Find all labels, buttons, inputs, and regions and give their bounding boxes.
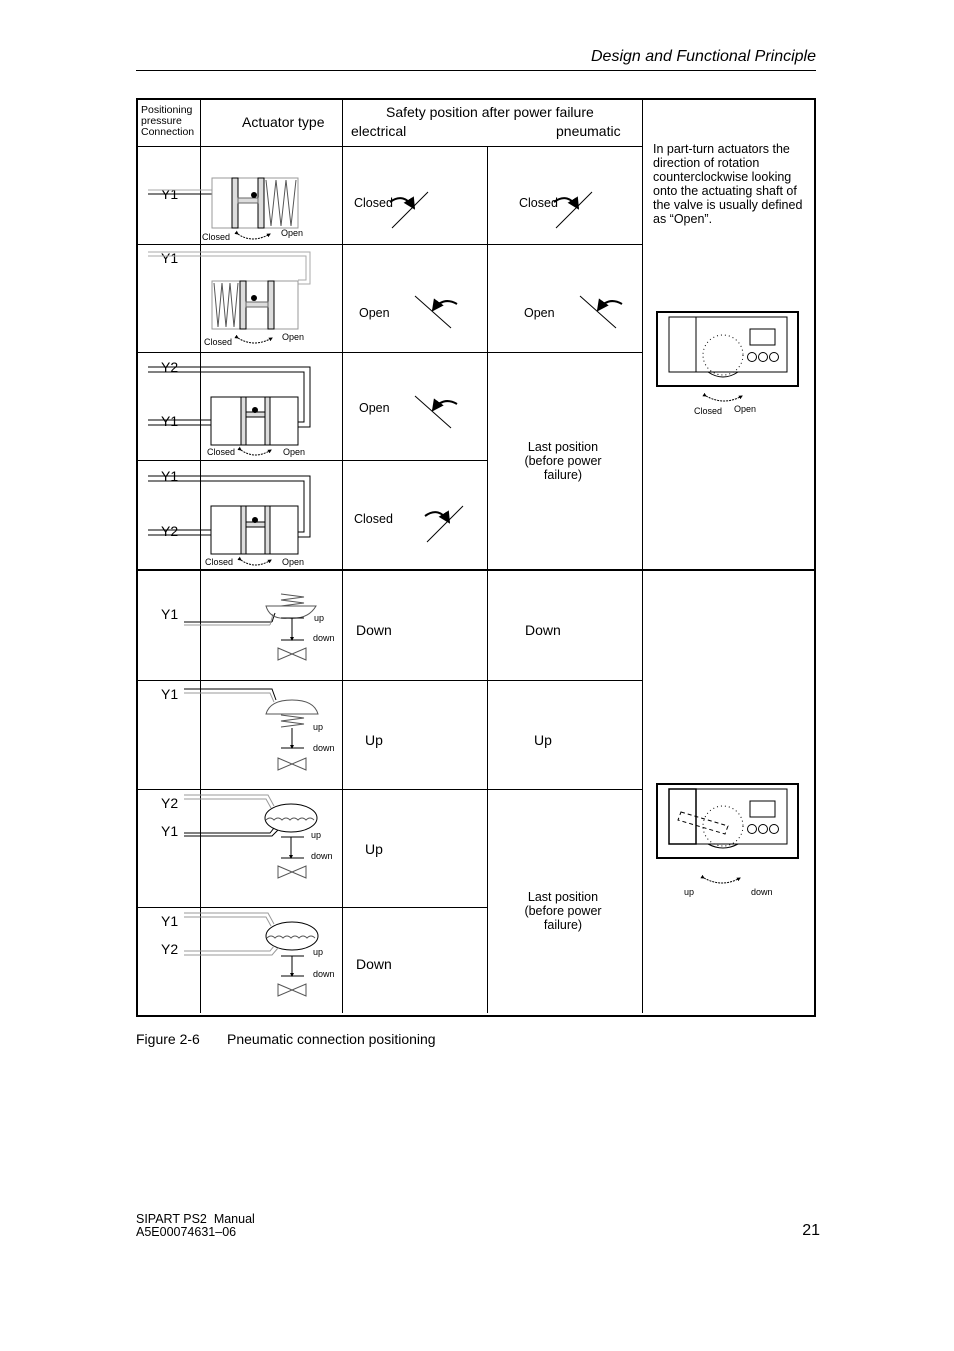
figure-label: Figure 2-6 — [136, 1031, 200, 1047]
valve-open-icon — [414, 395, 458, 429]
header-rule — [136, 70, 816, 71]
part-turn-actuator-spring-open-icon — [148, 251, 311, 344]
positioner-part-turn-icon — [656, 311, 799, 402]
valve-closed-icon — [553, 191, 593, 229]
positioner-linear-icon — [656, 783, 799, 884]
linear-actuator-spring-up-icon — [184, 688, 319, 771]
linear-actuator-spring-down-icon — [184, 593, 317, 661]
page-number: 21 — [802, 1222, 820, 1239]
table-drawings — [148, 177, 799, 997]
valve-closed-icon — [389, 191, 429, 229]
linear-actuator-double-acting-icon — [184, 794, 318, 879]
valve-open-icon — [414, 295, 458, 329]
valve-open-icon — [579, 295, 623, 329]
doc-number: A5E00074631–06 — [136, 1225, 237, 1239]
section-title: Design and Functional Principle — [590, 48, 816, 65]
part-turn-actuator-spring-close-icon — [148, 177, 299, 240]
valve-closed-icon — [424, 505, 464, 543]
pneumatic-connection-table: Positioning pressure Connection Actuator… — [136, 98, 816, 1017]
figure-caption: Pneumatic connection positioning — [227, 1031, 436, 1047]
footer-manual: SIPART PS2 Manual A5E00074631–06 — [136, 1213, 255, 1239]
part-turn-actuator-double-acting-icon — [148, 475, 311, 566]
linear-actuator-double-acting-icon — [184, 912, 319, 997]
part-turn-actuator-double-acting-icon — [148, 366, 311, 456]
